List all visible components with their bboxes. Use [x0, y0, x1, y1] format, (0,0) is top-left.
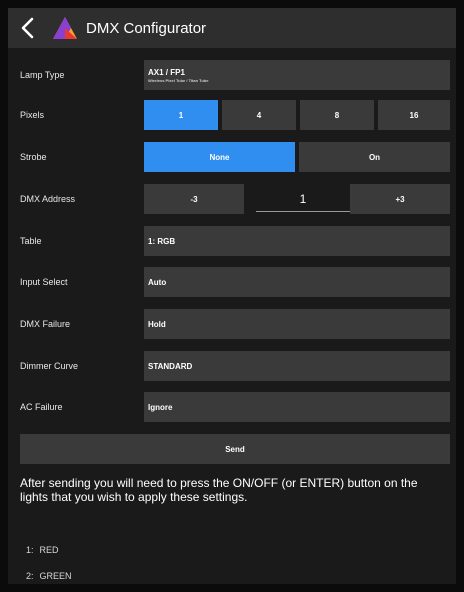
ac-failure-label: AC Failure: [20, 402, 63, 412]
strobe-label: Strobe: [20, 152, 47, 162]
pixels-option-8[interactable]: 8: [300, 100, 374, 130]
dmx-address-decrement-button[interactable]: -3: [144, 184, 244, 214]
lamp-type-label: Lamp Type: [20, 70, 65, 80]
dmx-address-input[interactable]: 1: [256, 186, 350, 212]
pixels-label: Pixels: [20, 110, 45, 120]
dimmer-curve-select[interactable]: STANDARD: [144, 351, 450, 381]
strobe-option-on[interactable]: On: [299, 142, 450, 172]
instructions-text: After sending you will need to press the…: [20, 476, 418, 504]
lamp-type-value: AX1 / FP1: [148, 67, 185, 77]
app-title: DMX Configurator: [86, 19, 207, 37]
dmx-failure-label: DMX Failure: [20, 319, 71, 329]
channel-number: 2:: [26, 571, 34, 581]
top-bar: DMX Configurator: [8, 8, 456, 48]
app-logo-icon: [53, 17, 77, 39]
back-button[interactable]: [8, 8, 48, 48]
input-select-select[interactable]: Auto: [144, 267, 450, 297]
pixels-option-16[interactable]: 16: [378, 100, 450, 130]
app-screen: DMX Configurator Lamp Type AX1 / FP1 Wir…: [8, 8, 456, 584]
ac-failure-select[interactable]: Ignore: [144, 392, 450, 422]
chevron-left-icon: [21, 17, 34, 39]
dimmer-curve-label: Dimmer Curve: [20, 361, 79, 371]
pixels-option-4[interactable]: 4: [222, 100, 296, 130]
send-button[interactable]: Send: [20, 434, 450, 464]
table-select[interactable]: 1: RGB: [144, 226, 450, 256]
input-select-label: Input Select: [20, 277, 68, 287]
channel-list-item: 1: RED: [26, 545, 59, 555]
pixels-option-1[interactable]: 1: [144, 100, 218, 130]
channel-name: GREEN: [39, 571, 72, 581]
table-label: Table: [20, 236, 42, 246]
lamp-type-select[interactable]: AX1 / FP1 Wireless Pixel Tube / Titan Tu…: [144, 60, 450, 90]
dmx-address-label: DMX Address: [20, 194, 76, 204]
dmx-failure-select[interactable]: Hold: [144, 309, 450, 339]
dmx-address-increment-button[interactable]: +3: [350, 184, 450, 214]
channel-list-item: 2: GREEN: [26, 571, 72, 581]
strobe-option-none[interactable]: None: [144, 142, 295, 172]
channel-name: RED: [39, 545, 59, 555]
channel-number: 1:: [26, 545, 34, 555]
lamp-type-subtitle: Wireless Pixel Tube / Titan Tube: [148, 77, 209, 83]
